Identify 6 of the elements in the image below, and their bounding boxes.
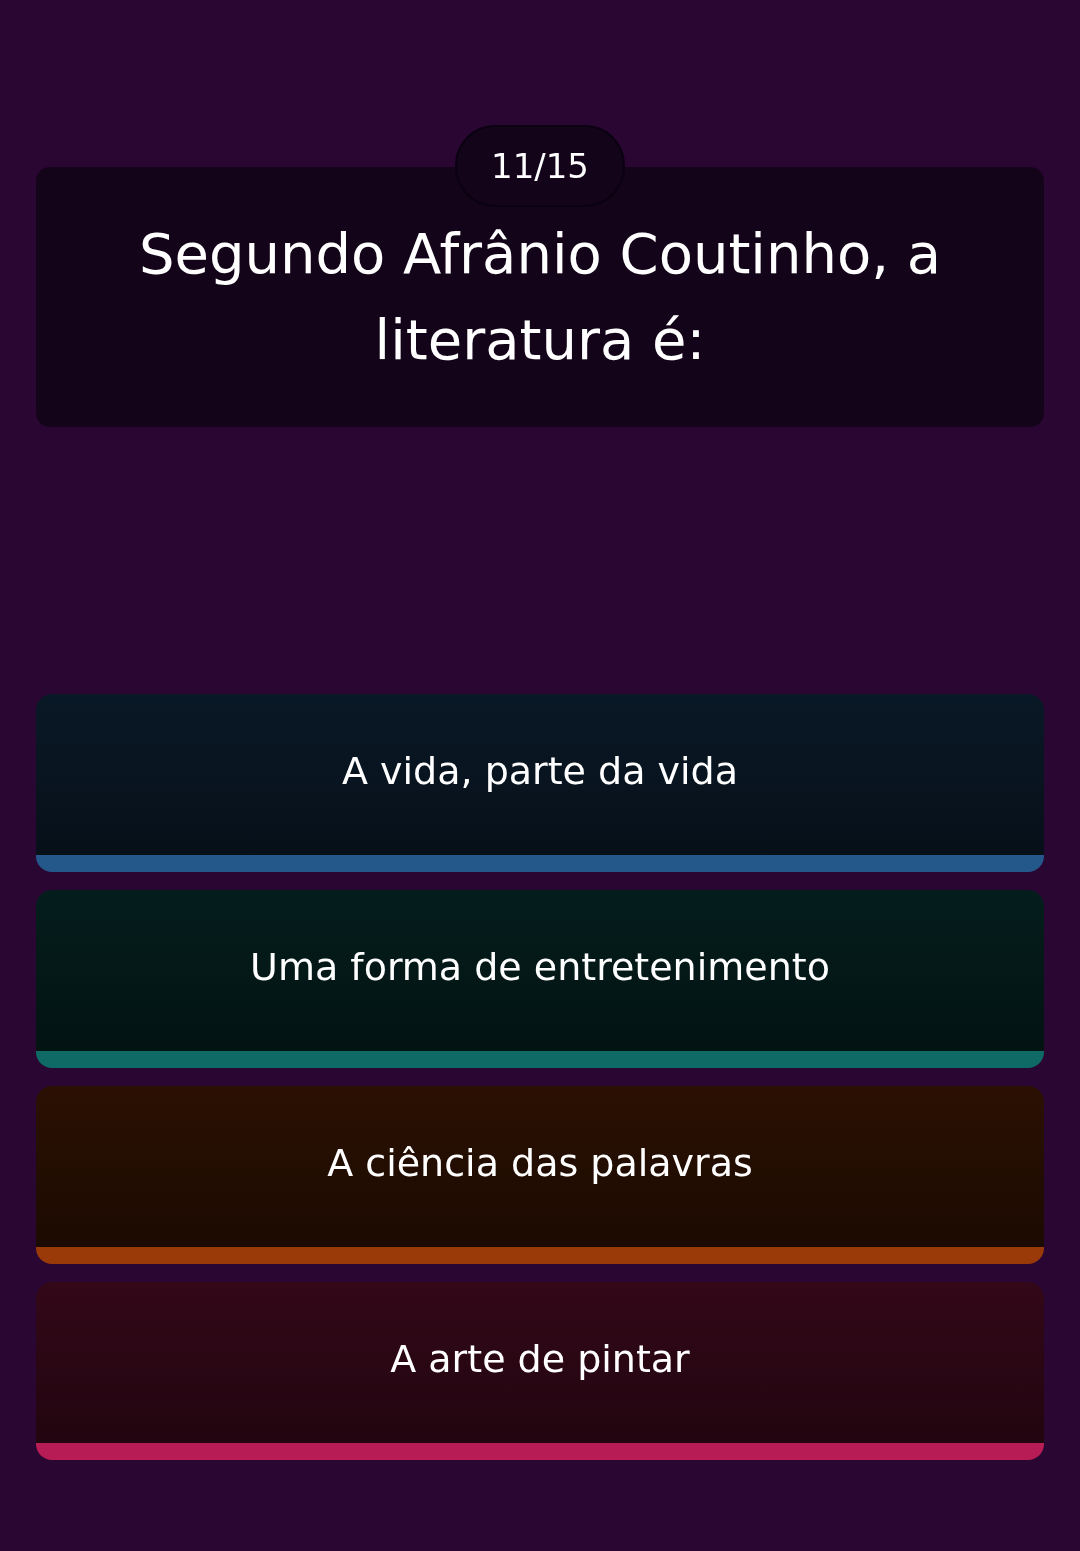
answer-button[interactable]: A vida, parte da vida bbox=[36, 694, 1044, 872]
progress-counter: 11/15 bbox=[455, 125, 625, 207]
question-text: Segundo Afrânio Coutinho, a literatura é: bbox=[137, 220, 943, 374]
answer-button[interactable]: Uma forma de entretenimento bbox=[36, 890, 1044, 1068]
answer-button[interactable]: A arte de pintar bbox=[36, 1282, 1044, 1460]
answer-button[interactable]: A ciência das palavras bbox=[36, 1086, 1044, 1264]
